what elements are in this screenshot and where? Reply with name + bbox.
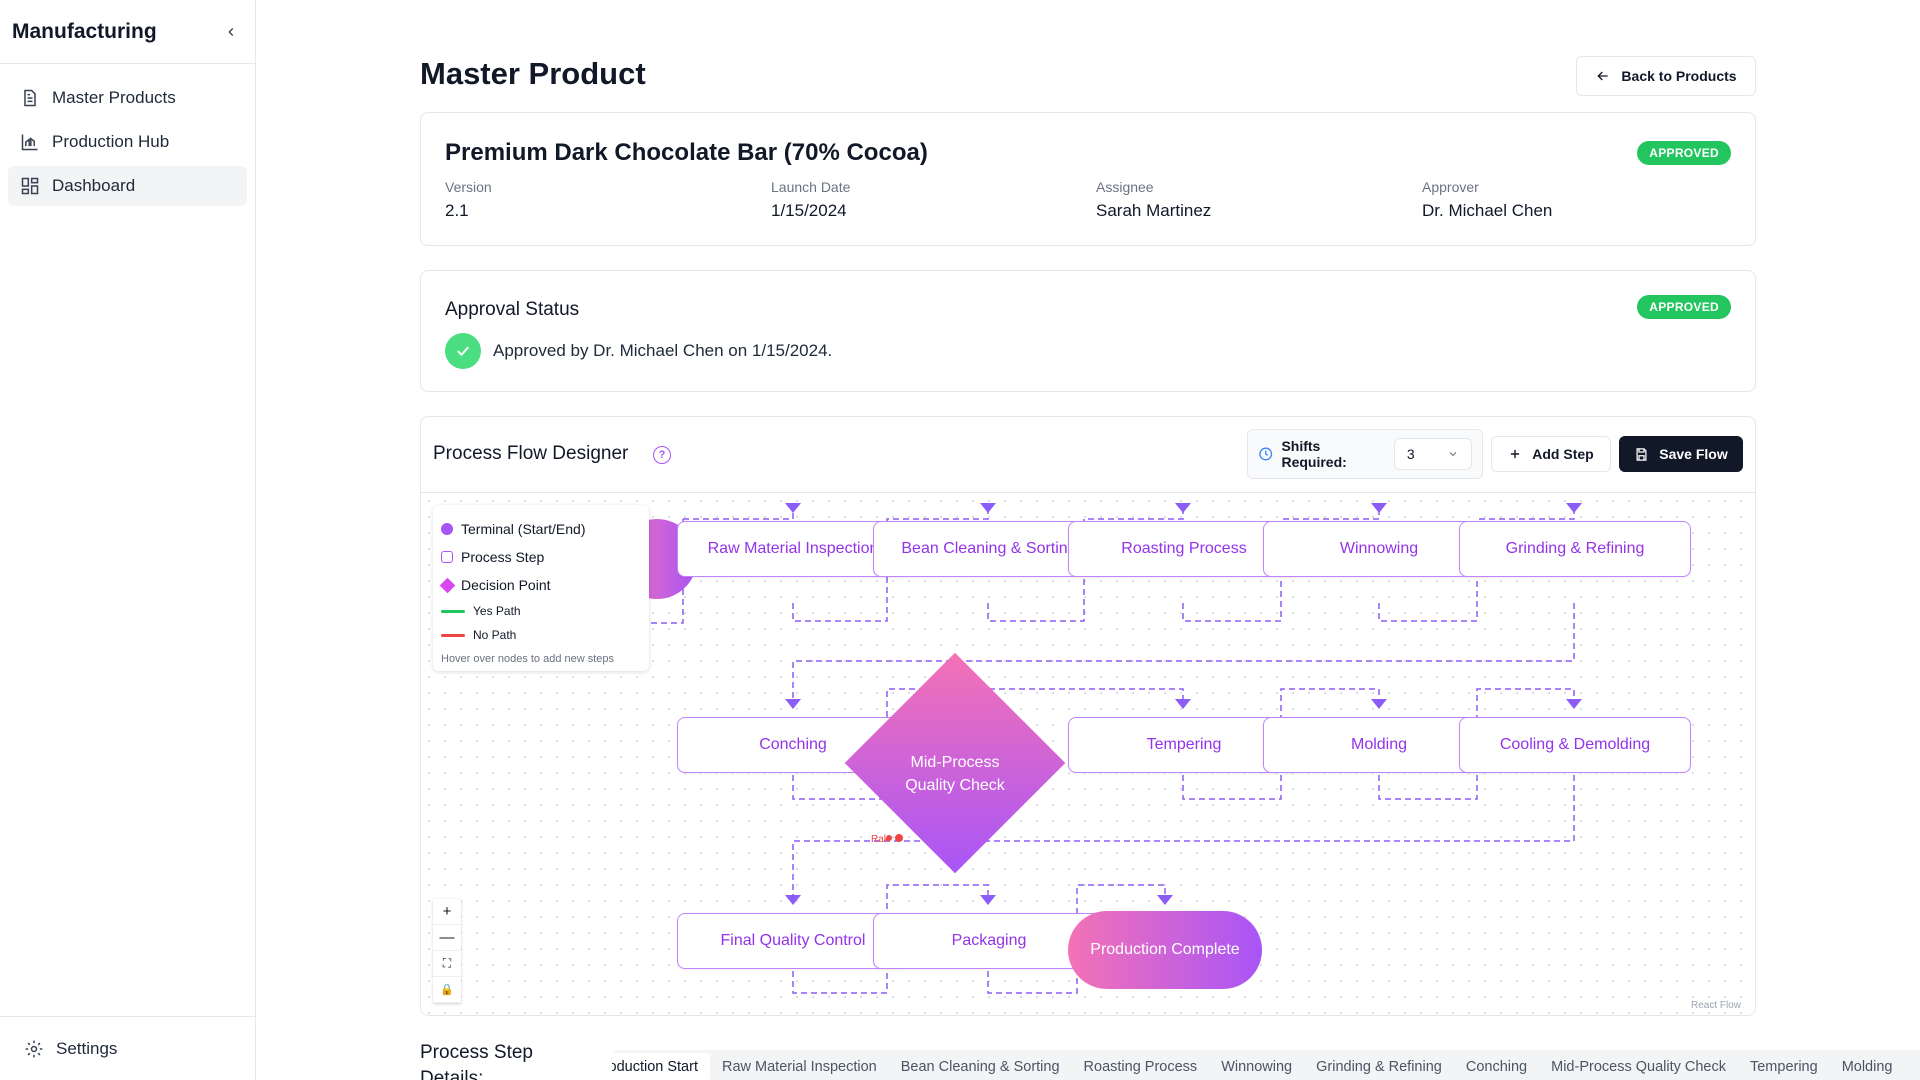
- tab-winnowing[interactable]: Winnowing: [1209, 1053, 1304, 1080]
- page-title: Master Product: [420, 56, 646, 91]
- decision-label: Mid-Process Quality Check: [905, 754, 1005, 794]
- legend-terminal: Terminal (Start/End): [441, 515, 641, 543]
- sidebar-header: Manufacturing: [0, 0, 255, 64]
- approval-badge: APPROVED: [1637, 295, 1731, 319]
- settings-label: Settings: [56, 1038, 118, 1058]
- sidebar-item-dashboard[interactable]: Dashboard: [8, 166, 247, 206]
- meta-assignee: Assignee Sarah Martinez: [1096, 179, 1211, 221]
- meta-value: 1/15/2024: [771, 201, 847, 220]
- diamond-icon: [439, 577, 456, 593]
- zoom-in-button[interactable]: +: [433, 899, 461, 925]
- meta-launch-date: Launch Date 1/15/2024: [771, 179, 850, 221]
- legend-process: Process Step: [441, 543, 641, 571]
- node-cooling-demolding[interactable]: Cooling & Demolding: [1459, 717, 1691, 773]
- approval-title: Approval Status: [445, 299, 580, 320]
- save-flow-button[interactable]: Save Flow: [1619, 436, 1743, 472]
- step-tabs: Production Start Raw Material Inspection…: [612, 1050, 1920, 1080]
- node-grinding-refining[interactable]: Grinding & Refining: [1459, 521, 1691, 577]
- flow-title: Process Flow Designer: [433, 443, 629, 464]
- approval-card: Approval Status APPROVED Approved by Dr.…: [420, 270, 1756, 392]
- sidebar-item-label: Master Products: [52, 88, 176, 107]
- shifts-label: Shifts Required:: [1281, 438, 1347, 470]
- sidebar-item-settings[interactable]: Settings: [0, 1016, 255, 1080]
- sidebar: Manufacturing Master Products Production…: [0, 0, 256, 1080]
- meta-label: Launch Date: [771, 179, 851, 195]
- legend-label: Decision Point: [461, 577, 551, 593]
- sidebar-item-label: Production Hub: [52, 132, 170, 151]
- yes-line-icon: [441, 609, 465, 613]
- plus-icon: [1511, 449, 1520, 459]
- chevron-left-icon[interactable]: [219, 20, 243, 44]
- chevron-down-icon: [1449, 452, 1457, 457]
- shifts-value: 3: [1406, 446, 1415, 462]
- sidebar-item-label: Dashboard: [52, 176, 136, 195]
- add-step-label: Add Step: [1532, 446, 1594, 462]
- shifts-select[interactable]: 3: [1393, 438, 1472, 470]
- tab-mid-process-quality-check[interactable]: Mid-Process Quality Check: [1539, 1053, 1738, 1080]
- process-flow-card: Process Flow Designer ? Shifts Required:…: [420, 416, 1756, 1016]
- tab-conching[interactable]: Conching: [1454, 1053, 1539, 1080]
- legend-decision: Decision Point: [439, 571, 641, 599]
- flow-legend: Terminal (Start/End) Process Step Decisi…: [433, 505, 649, 671]
- arrow-left-icon: [1597, 71, 1609, 81]
- app-title: Manufacturing: [12, 19, 157, 43]
- legend-no: No Path: [441, 623, 641, 647]
- terminal-icon: [441, 523, 453, 535]
- edge: [683, 511, 794, 520]
- react-flow-attribution[interactable]: React Flow: [1691, 1000, 1741, 1011]
- status-badge: APPROVED: [1637, 141, 1731, 165]
- process-icon: [441, 551, 453, 563]
- meta-version: Version 2.1: [445, 179, 492, 221]
- sidebar-item-production-hub[interactable]: Production Hub: [8, 122, 247, 162]
- product-name: Premium Dark Chocolate Bar (70% Cocoa): [445, 139, 928, 166]
- edge-label: Rak: [871, 834, 890, 845]
- save-flow-label: Save Flow: [1659, 446, 1728, 462]
- product-card: Premium Dark Chocolate Bar (70% Cocoa) A…: [420, 112, 1756, 246]
- legend-yes: Yes Path: [441, 599, 641, 623]
- meta-label: Approver: [1422, 179, 1479, 195]
- clock-icon: [1259, 447, 1273, 461]
- zoom-out-button[interactable]: —: [433, 925, 461, 951]
- legend-label: Terminal (Start/End): [461, 521, 586, 537]
- process-step-details-title: Process Step Details:: [420, 1042, 533, 1080]
- back-label: Back to Products: [1621, 68, 1737, 84]
- legend-label: Yes Path: [473, 604, 521, 618]
- node-production-complete[interactable]: Production Complete: [1068, 911, 1262, 989]
- document-icon: [24, 89, 36, 107]
- meta-label: Assignee: [1096, 179, 1154, 195]
- save-icon: [1636, 447, 1647, 461]
- tab-bean-cleaning[interactable]: Bean Cleaning & Sorting: [889, 1053, 1072, 1080]
- flow-canvas[interactable]: Rak Raw Material Inspection Bean Cleanin…: [421, 493, 1755, 1015]
- meta-approver: Approver Dr. Michael Chen: [1422, 179, 1552, 221]
- legend-label: Process Step: [461, 549, 545, 565]
- help-icon[interactable]: ?: [653, 446, 671, 464]
- sidebar-item-master-products[interactable]: Master Products: [8, 78, 247, 118]
- grid-icon: [21, 177, 39, 195]
- shifts-control: Shifts Required: 3: [1247, 429, 1483, 479]
- meta-label: Version: [445, 179, 492, 195]
- zoom-controls: + — ⛶ 🔒: [433, 899, 461, 1003]
- back-to-products-button[interactable]: Back to Products: [1576, 56, 1756, 96]
- legend-hint: Hover over nodes to add new steps: [441, 653, 615, 665]
- tab-tempering[interactable]: Tempering: [1738, 1053, 1830, 1080]
- chart-icon: [21, 134, 38, 151]
- sidebar-nav: Master Products Production Hub Dashboard: [0, 64, 255, 224]
- lock-button[interactable]: 🔒: [433, 977, 461, 1003]
- legend-label: No Path: [473, 628, 517, 642]
- tab-molding[interactable]: Molding: [1830, 1053, 1905, 1080]
- meta-value: 2.1: [445, 201, 469, 220]
- tab-grinding-refining[interactable]: Grinding & Refining: [1304, 1053, 1454, 1080]
- gear-icon: [25, 1040, 43, 1057]
- no-line-icon: [441, 633, 465, 637]
- fit-view-button[interactable]: ⛶: [433, 951, 461, 977]
- check-icon: [445, 333, 481, 369]
- approval-text: Approved by Dr. Michael Chen on 1/15/202…: [493, 341, 833, 360]
- tab-production-start[interactable]: Production Start: [612, 1053, 710, 1080]
- add-step-button[interactable]: Add Step: [1491, 436, 1611, 472]
- meta-value: Dr. Michael Chen: [1422, 201, 1553, 220]
- flow-header: Process Flow Designer ? Shifts Required:…: [421, 417, 1755, 493]
- tab-roasting-process[interactable]: Roasting Process: [1072, 1053, 1210, 1080]
- meta-value: Sarah Martinez: [1096, 201, 1212, 220]
- tab-raw-material-inspection[interactable]: Raw Material Inspection: [710, 1053, 889, 1080]
